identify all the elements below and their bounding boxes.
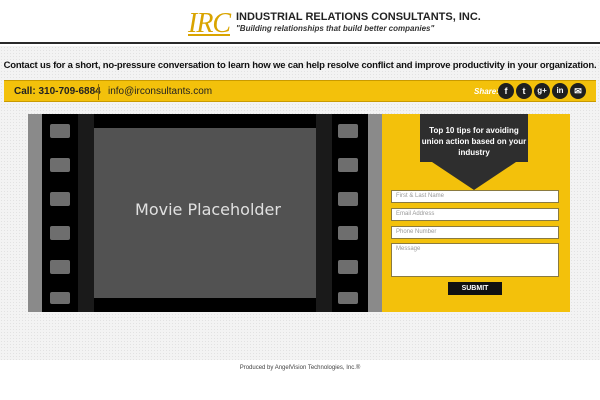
linkedin-icon[interactable]: in [552,83,568,99]
video-player[interactable]: Movie Placeholder [28,114,382,312]
phone-link[interactable]: Call: 310-709-6884 [14,86,101,97]
footer-credit: Produced by AngelVision Technologies, In… [239,365,361,371]
facebook-icon[interactable]: f [498,83,514,99]
company-logo[interactable]: IRC [188,8,231,40]
video-placeholder-text: Movie Placeholder [135,200,281,219]
intro-text: Contact us for a short, no-pressure conv… [3,60,597,71]
contact-bar: Call: 310-709-6884 info@irconsultants.co… [4,80,596,102]
email-field[interactable]: Email Address [391,208,559,221]
share-label: Share: [474,87,499,96]
google-plus-icon[interactable]: g+ [534,83,550,99]
message-field[interactable]: Message [391,243,559,277]
site-footer: Produced by AngelVision Technologies, In… [0,360,600,400]
logo-underline [188,34,231,36]
email-link[interactable]: info@irconsultants.com [108,86,212,97]
phone-field[interactable]: Phone Number [391,226,559,239]
name-field[interactable]: First & Last Name [391,190,559,203]
twitter-icon[interactable]: t [516,83,532,99]
contact-divider [98,84,99,100]
submit-button[interactable]: SUBMIT [448,282,502,295]
site-header: IRC INDUSTRIAL RELATIONS CONSULTANTS, IN… [0,0,600,44]
company-name: INDUSTRIAL RELATIONS CONSULTANTS, INC. [236,11,481,23]
email-icon[interactable]: ✉ [570,83,586,99]
lead-form-title: Top 10 tips for avoiding union action ba… [421,126,527,157]
lead-form-panel: Top 10 tips for avoiding union action ba… [382,114,570,312]
main-content: Contact us for a short, no-pressure conv… [0,46,600,360]
company-tagline: "Building relationships that build bette… [236,24,435,33]
